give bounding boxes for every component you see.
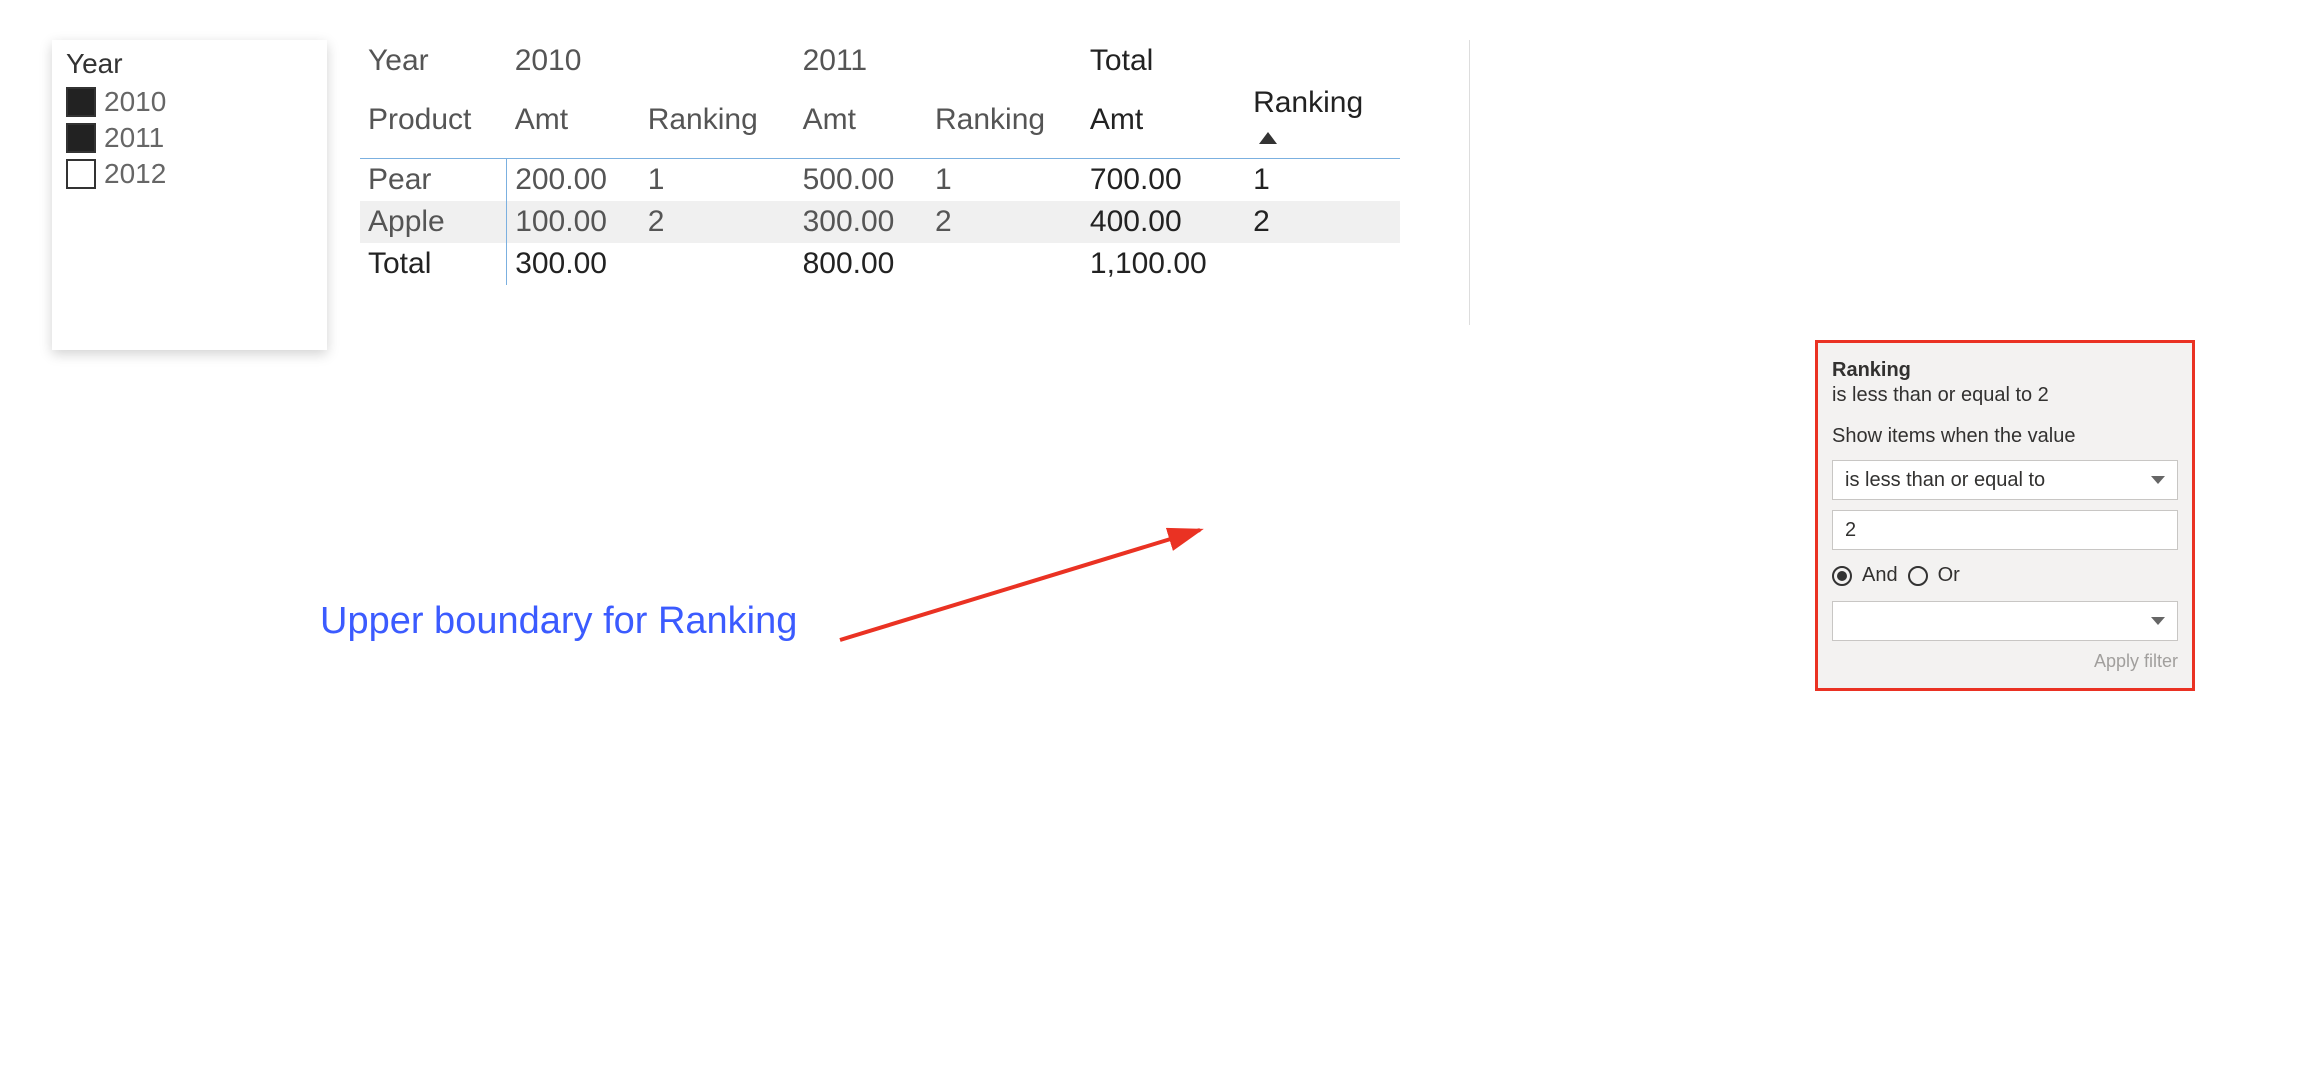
cell: 800.00 [795, 243, 927, 285]
cell: 100.00 [507, 201, 640, 243]
input-value: 2 [1845, 519, 1856, 541]
cell: 2 [927, 201, 1082, 243]
radio-or-label: Or [1938, 564, 1960, 587]
cell: 500.00 [795, 159, 927, 202]
matrix-visual: Year 2010 2011 Total Product Amt Ranking… [360, 40, 1470, 325]
arrow-icon [830, 430, 1230, 690]
slicer-item-label: 2011 [104, 122, 164, 154]
totals-row: Total 300.00 800.00 1,100.00 [360, 243, 1400, 285]
annotation-label: Upper boundary for Ranking [320, 600, 797, 643]
col-2010-rank[interactable]: Ranking [640, 82, 795, 159]
slicer-item-label: 2010 [104, 86, 166, 118]
slicer-item-2011[interactable]: 2011 [66, 122, 313, 154]
cell: 200.00 [507, 159, 640, 202]
checkbox-icon [66, 87, 96, 117]
filter-summary: is less than or equal to 2 [1832, 384, 2178, 407]
header-row-1: Year 2010 2011 Total [360, 40, 1400, 82]
col-group-2010[interactable]: 2010 [507, 40, 795, 82]
row-label: Apple [360, 201, 507, 243]
cell: 2 [1245, 201, 1400, 243]
radio-and[interactable] [1832, 566, 1852, 586]
col-total-rank[interactable]: Ranking [1245, 82, 1400, 159]
slicer-item-2012[interactable]: 2012 [66, 158, 313, 190]
year-slicer: Year 2010 2011 2012 [52, 40, 327, 350]
col-field-label: Product [360, 82, 507, 159]
header-row-2: Product Amt Ranking Amt Ranking Amt Rank… [360, 82, 1400, 159]
radio-dot-icon [1837, 571, 1847, 581]
col-2011-rank[interactable]: Ranking [927, 82, 1082, 159]
col-2011-amt[interactable]: Amt [795, 82, 927, 159]
filter-heading: Ranking [1832, 359, 2178, 382]
col-total-amt[interactable]: Amt [1082, 82, 1245, 159]
matrix-table: Year 2010 2011 Total Product Amt Ranking… [360, 40, 1400, 285]
cell: 300.00 [507, 243, 640, 285]
radio-and-label: And [1862, 564, 1898, 587]
sort-asc-icon [1259, 132, 1277, 144]
cell: 1,100.00 [1082, 243, 1245, 285]
chevron-down-icon [2151, 476, 2165, 484]
cell: 2 [640, 201, 795, 243]
value1-input[interactable]: 2 [1832, 510, 2178, 550]
chevron-down-icon [2151, 617, 2165, 625]
checkbox-icon [66, 159, 96, 189]
row-label: Pear [360, 159, 507, 202]
cell: 400.00 [1082, 201, 1245, 243]
operator1-dropdown[interactable]: is less than or equal to [1832, 460, 2178, 500]
dropdown-value: is less than or equal to [1845, 469, 2045, 492]
cell: 700.00 [1082, 159, 1245, 202]
cell: 1 [640, 159, 795, 202]
logic-radio-group: And Or [1832, 564, 2178, 587]
checkbox-icon [66, 123, 96, 153]
col-group-2011[interactable]: 2011 [795, 40, 1082, 82]
slicer-item-label: 2012 [104, 158, 166, 190]
col-group-total[interactable]: Total [1082, 40, 1400, 82]
filter-panel: Ranking is less than or equal to 2 Show … [1815, 340, 2195, 691]
totals-label: Total [360, 243, 507, 285]
slicer-title: Year [66, 48, 313, 80]
apply-filter-button[interactable]: Apply filter [1832, 651, 2178, 672]
cell: 1 [1245, 159, 1400, 202]
filter-label: Show items when the value [1832, 425, 2178, 448]
radio-or[interactable] [1908, 566, 1928, 586]
table-row[interactable]: Pear 200.00 1 500.00 1 700.00 1 [360, 159, 1400, 202]
operator2-dropdown[interactable] [1832, 601, 2178, 641]
cell: 1 [927, 159, 1082, 202]
col-2010-amt[interactable]: Amt [507, 82, 640, 159]
row-field-label: Year [360, 40, 507, 82]
slicer-item-2010[interactable]: 2010 [66, 86, 313, 118]
col-total-rank-label: Ranking [1253, 86, 1363, 119]
cell: 300.00 [795, 201, 927, 243]
table-row[interactable]: Apple 100.00 2 300.00 2 400.00 2 [360, 201, 1400, 243]
